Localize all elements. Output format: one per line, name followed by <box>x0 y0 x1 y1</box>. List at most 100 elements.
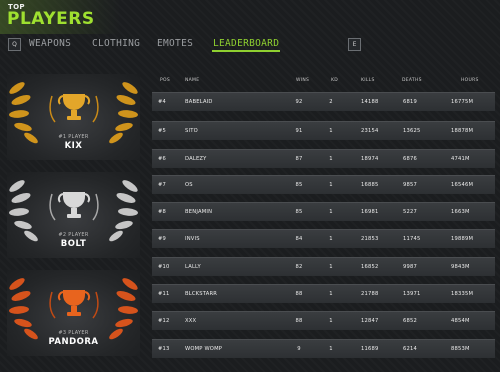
row-player-name: XXX <box>185 318 197 324</box>
row-deaths: 11745 <box>403 236 421 242</box>
row-player-name: BABELAID <box>185 99 213 105</box>
row-deaths: 6876 <box>403 156 418 162</box>
column-header-deaths: DEATHS <box>402 78 422 83</box>
row-hours: 4854M <box>451 318 470 324</box>
table-row[interactable]: #5 SITO 91 1 23154 13625 18878M <box>152 121 495 140</box>
row-player-name: OS <box>185 182 193 188</box>
row-wins: 87 <box>295 156 303 162</box>
row-kills: 23154 <box>361 128 379 134</box>
row-wins: 85 <box>295 209 303 215</box>
row-wins: 92 <box>295 99 303 105</box>
row-wins: 85 <box>295 182 303 188</box>
podium-card-third[interactable]: #3 PLAYER PANDORA <box>7 270 140 356</box>
table-row[interactable]: #4 BABELAID 92 2 14188 6819 16775M <box>152 92 495 111</box>
active-tab-indicator <box>212 50 280 52</box>
row-wins: 88 <box>295 291 303 297</box>
row-deaths: 5227 <box>403 209 418 215</box>
row-hours: 9843M <box>451 264 470 270</box>
podium-rank-label: #1 PLAYER <box>58 134 89 140</box>
row-hours: 18335M <box>451 291 474 297</box>
table-row[interactable]: #10 LALLY 82 1 16852 9987 9843M <box>152 257 495 276</box>
row-kd: 1 <box>329 182 333 188</box>
next-tab-key-hint[interactable]: E <box>348 38 361 51</box>
row-deaths: 6214 <box>403 346 418 352</box>
podium-card-first[interactable]: #1 PLAYER KIX <box>7 74 140 160</box>
tab-clothing[interactable]: CLOTHING <box>92 38 140 49</box>
row-deaths: 9987 <box>403 264 418 270</box>
row-player-name: BENJAMIN <box>185 209 213 215</box>
table-row[interactable]: #9 INVIS 84 1 21853 11745 19889M <box>152 229 495 248</box>
row-player-name: WOMP WOMP <box>185 346 223 352</box>
column-header-kd: KD <box>331 78 339 83</box>
leaderboard-header: POS NAME WINS KD KILLS DEATHS HOURS <box>150 75 500 89</box>
row-kd: 1 <box>329 291 333 297</box>
table-row[interactable]: #11 BLCKSTARR 88 1 21788 13971 18335M <box>152 284 495 303</box>
row-hours: 4741M <box>451 156 470 162</box>
row-player-name: INVIS <box>185 236 200 242</box>
row-hours: 16546M <box>451 182 474 188</box>
row-player-name: DALEZY <box>185 156 207 162</box>
row-kd: 1 <box>329 128 333 134</box>
column-header-name: NAME <box>185 78 200 83</box>
row-hours: 19889M <box>451 236 474 242</box>
row-kills: 18974 <box>361 156 379 162</box>
podium-card-second[interactable]: #2 PLAYER BOLT <box>7 172 140 258</box>
row-kd: 1 <box>329 209 333 215</box>
podium-player-name: PANDORA <box>48 337 99 347</box>
row-position: #12 <box>158 318 170 324</box>
row-deaths: 13625 <box>403 128 421 134</box>
row-kd: 1 <box>329 264 333 270</box>
row-kills: 21853 <box>361 236 379 242</box>
row-kills: 16981 <box>361 209 379 215</box>
column-header-kills: KILLS <box>361 78 375 83</box>
row-position: #8 <box>158 209 167 215</box>
prev-tab-key-hint[interactable]: Q <box>8 38 21 51</box>
row-kd: 1 <box>329 346 333 352</box>
row-kd: 1 <box>329 318 333 324</box>
row-position: #9 <box>158 236 167 242</box>
row-deaths: 6852 <box>403 318 418 324</box>
table-row[interactable]: #8 BENJAMIN 85 1 16981 5227 1663M <box>152 202 495 221</box>
row-wins: 88 <box>295 318 303 324</box>
row-wins: 91 <box>295 128 303 134</box>
page-header: TOP PLAYERS <box>0 0 500 34</box>
row-deaths: 6819 <box>403 99 418 105</box>
row-hours: 16775M <box>451 99 474 105</box>
tab-leaderboard[interactable]: LEADERBOARD <box>213 38 279 49</box>
column-header-hours: HOURS <box>461 78 479 83</box>
table-row[interactable]: #13 WOMP WOMP 9 1 11689 6214 8853M <box>152 339 495 358</box>
tab-emotes[interactable]: EMOTES <box>157 38 193 49</box>
row-player-name: LALLY <box>185 264 201 270</box>
row-position: #10 <box>158 264 170 270</box>
row-position: #13 <box>158 346 170 352</box>
row-kd: 2 <box>329 99 333 105</box>
row-wins: 84 <box>295 236 303 242</box>
podium-player-name: BOLT <box>60 239 87 249</box>
table-row[interactable]: #6 DALEZY 87 1 18974 6876 4741M <box>152 149 495 168</box>
row-kills: 21788 <box>361 291 379 297</box>
row-position: #11 <box>158 291 170 297</box>
tab-weapons[interactable]: WEAPONS <box>29 38 71 49</box>
row-hours: 1663M <box>451 209 470 215</box>
row-position: #4 <box>158 99 167 105</box>
table-row[interactable]: #7 OS 85 1 16885 9857 16546M <box>152 175 495 194</box>
row-wins: 82 <box>295 264 303 270</box>
column-header-wins: WINS <box>296 78 310 83</box>
row-deaths: 9857 <box>403 182 418 188</box>
row-position: #7 <box>158 182 167 188</box>
row-kills: 16852 <box>361 264 379 270</box>
table-row[interactable]: #12 XXX 88 1 12847 6852 4854M <box>152 311 495 330</box>
row-player-name: BLCKSTARR <box>185 291 218 297</box>
row-player-name: SITO <box>185 128 198 134</box>
category-nav: Q WEAPONS CLOTHING EMOTES LEADERBOARD E <box>0 36 500 54</box>
row-kills: 14188 <box>361 99 379 105</box>
row-hours: 18878M <box>451 128 474 134</box>
row-kills: 12847 <box>361 318 379 324</box>
podium-rank-label: #2 PLAYER <box>58 232 89 238</box>
row-kills: 11689 <box>361 346 379 352</box>
podium-player-name: KIX <box>64 141 83 151</box>
row-kd: 1 <box>329 236 333 242</box>
row-deaths: 13971 <box>403 291 421 297</box>
row-position: #5 <box>158 128 167 134</box>
row-position: #6 <box>158 156 167 162</box>
